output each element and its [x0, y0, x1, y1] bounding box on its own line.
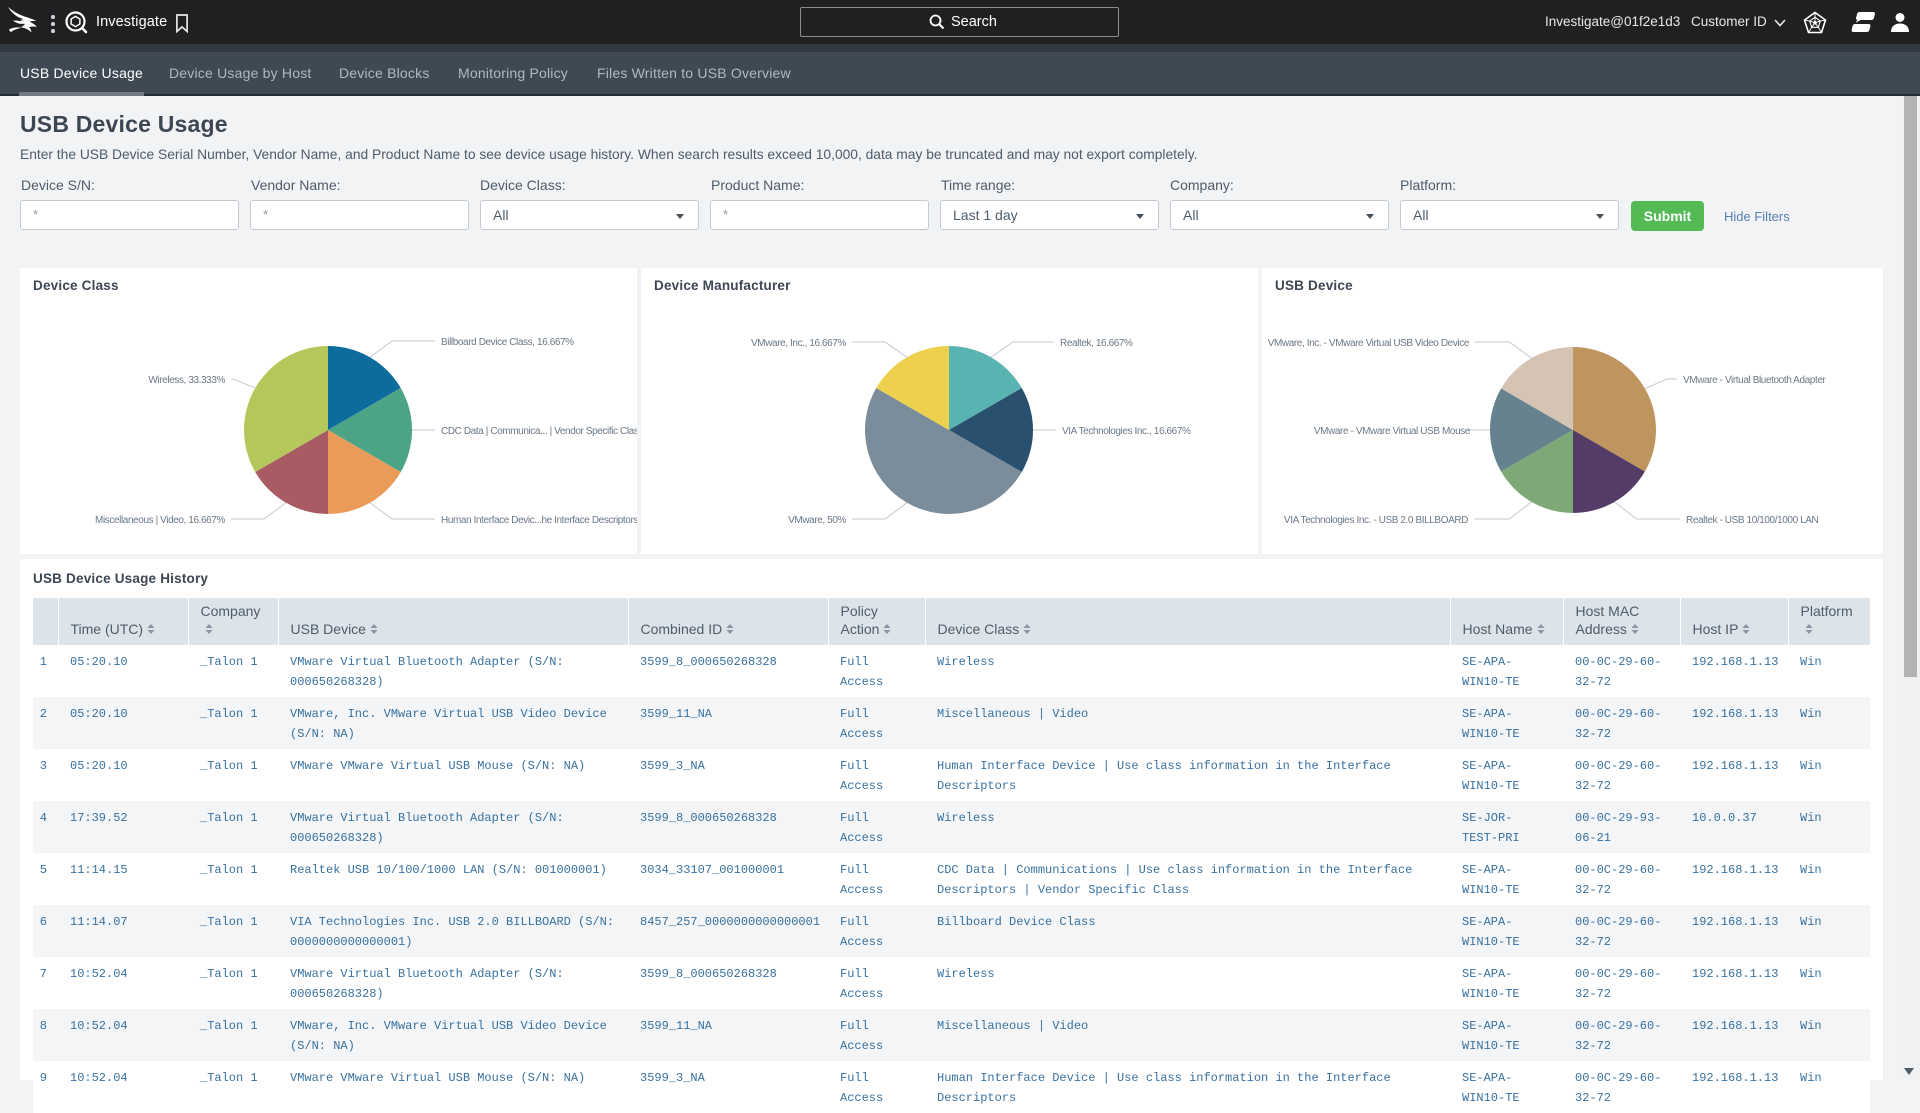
svg-text:CDC Data | Communica... | Vend: CDC Data | Communica... | Vendor Specifi… [441, 426, 637, 437]
svg-text:VMware, Inc., 16.667%: VMware, Inc., 16.667% [751, 338, 846, 349]
svg-text:Billboard Device Class, 16.667: Billboard Device Class, 16.667% [441, 337, 574, 348]
svg-text:Realtek, 16.667%: Realtek, 16.667% [1060, 338, 1133, 349]
svg-text:VMware, Inc. - VMware Virtual: VMware, Inc. - VMware Virtual USB Video … [1268, 338, 1470, 349]
svg-text:Wireless, 33.333%: Wireless, 33.333% [148, 375, 225, 386]
svg-text:VMware, 50%: VMware, 50% [788, 515, 846, 526]
svg-text:VMware - Virtual Bluetooth Ada: VMware - Virtual Bluetooth Adapter [1683, 375, 1826, 386]
svg-text:Realtek - USB 10/100/1000 LAN: Realtek - USB 10/100/1000 LAN [1686, 515, 1819, 526]
svg-text:VIA Technologies Inc. - USB 2.: VIA Technologies Inc. - USB 2.0 BILLBOAR… [1284, 515, 1468, 526]
svg-text:Human Interface Devic...he Int: Human Interface Devic...he Interface Des… [441, 515, 637, 526]
svg-text:VMware - VMware Virtual USB Mo: VMware - VMware Virtual USB Mouse [1314, 426, 1471, 437]
svg-text:VIA Technologies Inc., 16.667%: VIA Technologies Inc., 16.667% [1062, 426, 1191, 437]
svg-text:Miscellaneous | Video, 16.667%: Miscellaneous | Video, 16.667% [95, 515, 225, 526]
